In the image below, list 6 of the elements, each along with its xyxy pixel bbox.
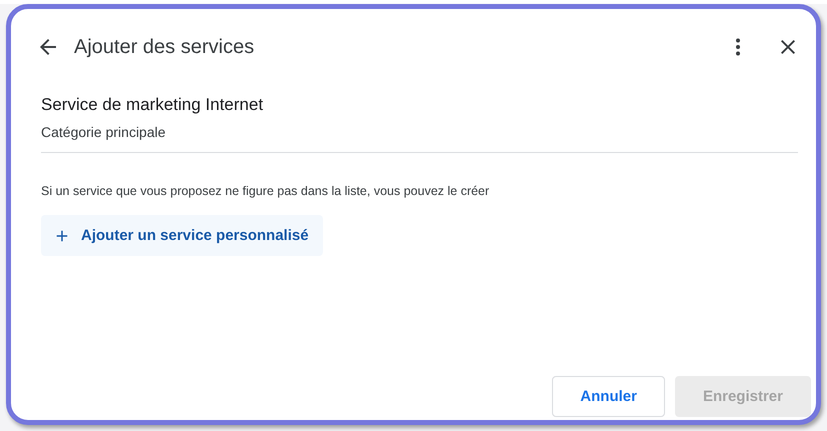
cancel-button[interactable]: Annuler xyxy=(552,376,665,417)
hint-text: Si un service que vous proposez ne figure pas dans la liste, vous pouvez le créer xyxy=(41,184,490,198)
dialog-title: Ajouter des services xyxy=(74,36,256,58)
add-custom-service-button[interactable]: Ajouter un service personnalisé xyxy=(41,215,323,256)
service-name: Service de marketing Internet xyxy=(41,95,264,115)
category-label: Catégorie principale xyxy=(41,124,798,153)
